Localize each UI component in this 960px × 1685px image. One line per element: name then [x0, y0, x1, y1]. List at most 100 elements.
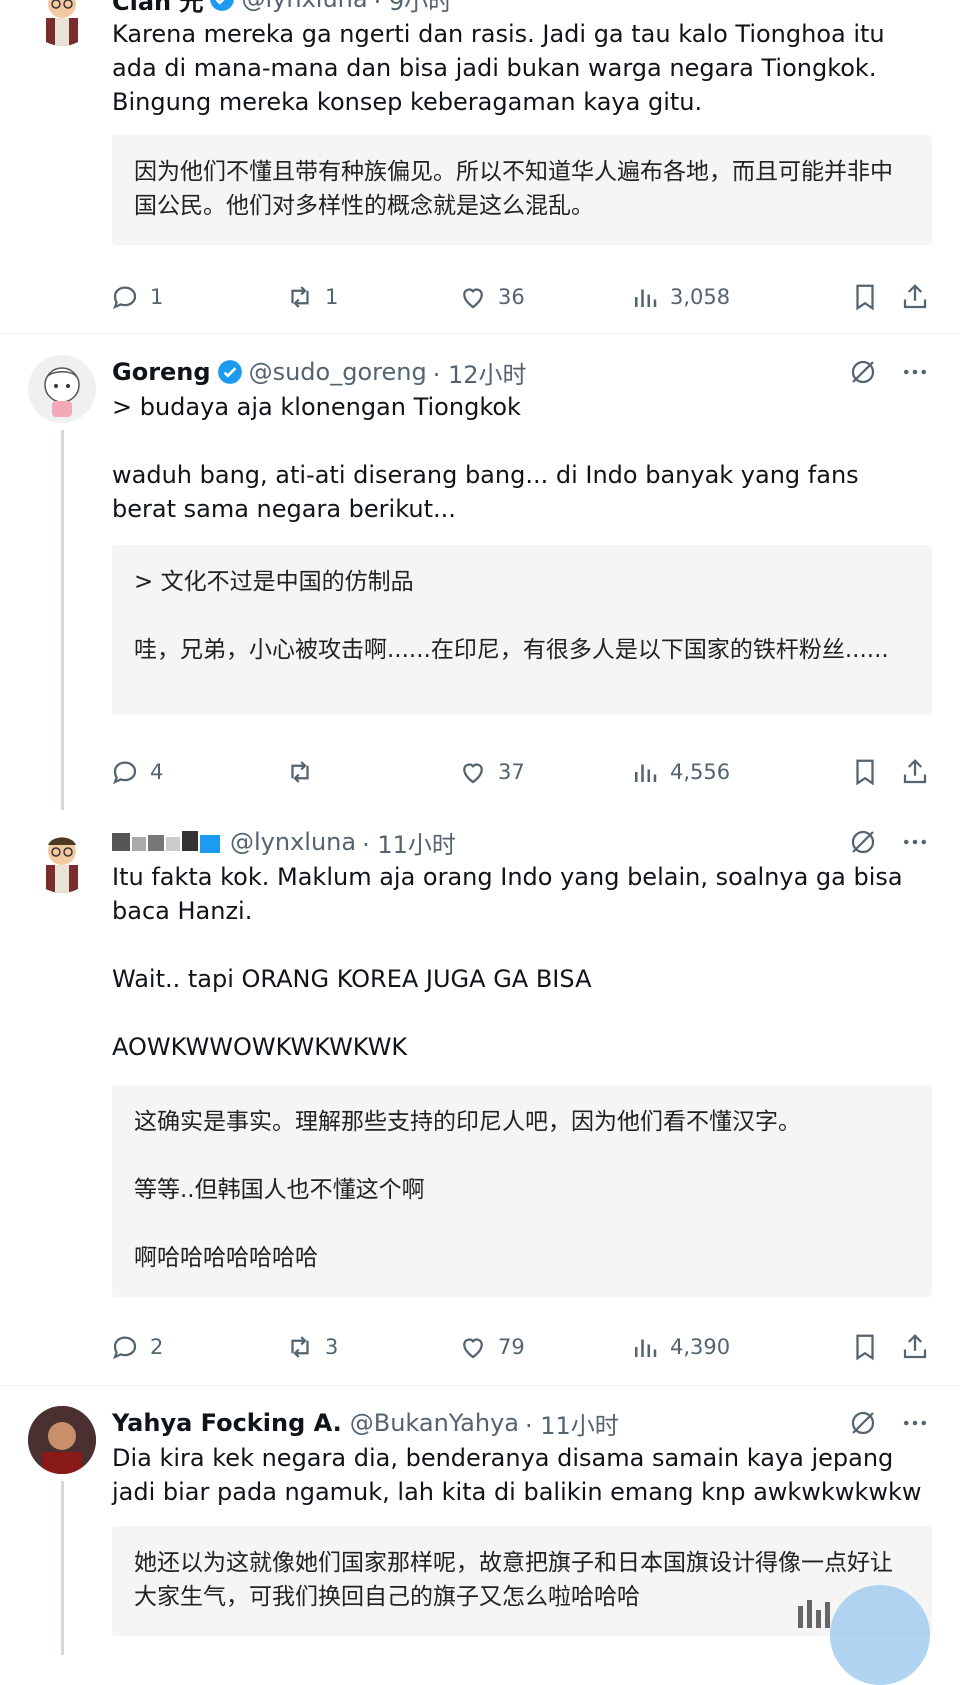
view-count: 4,390: [670, 1335, 731, 1359]
avatar-illustration: [46, 0, 78, 46]
verified-badge-icon: [210, 0, 235, 11]
post-time: · 11小时: [362, 830, 456, 859]
redacted-name: [112, 829, 222, 855]
tweet-1[interactable]: Goreng @sudo_goreng · 12小时 > budaya aja …: [0, 335, 960, 810]
more-icon[interactable]: [900, 357, 930, 387]
retweet-button[interactable]: 3: [285, 1330, 338, 1364]
tweet-text-paragraph: Wait.. tapi ORANG KOREA JUGA GA BISA: [112, 965, 592, 993]
author-handle[interactable]: @BukanYahya: [350, 1409, 519, 1437]
bookmark-button[interactable]: [850, 280, 880, 314]
tweet-text-paragraph: [112, 424, 927, 458]
tweet-text-paragraph: > budaya aja klonengan Tiongkok: [112, 393, 521, 421]
like-button[interactable]: 36: [458, 280, 525, 314]
reply-icon: [113, 761, 137, 785]
translation-paragraph: > 文化不过是中国的仿制品: [134, 569, 414, 595]
tweet-2[interactable]: @lynxluna · 11小时 Itu fakta kok. Maklum a…: [0, 810, 960, 1385]
more-icon[interactable]: [900, 1408, 930, 1438]
avatar-photo: [28, 1406, 96, 1474]
views-button[interactable]: 4,556: [630, 755, 730, 789]
translation-box: 这确实是事实。理解那些支持的印尼人吧，因为他们看不懂汉字。 等等..但韩国人也不…: [112, 1085, 932, 1297]
thread-line: [61, 1481, 64, 1655]
author-handle[interactable]: @lynxluna: [241, 0, 367, 13]
thread-line: [61, 430, 64, 810]
retweet-icon: [291, 1336, 309, 1358]
author-name[interactable]: Goreng: [112, 358, 211, 386]
like-button[interactable]: 79: [458, 1330, 525, 1364]
like-count: 36: [498, 285, 525, 309]
verified-badge-icon: [217, 360, 242, 384]
watermark-bar: [816, 1610, 821, 1628]
views-button[interactable]: 4,390: [630, 1330, 730, 1364]
retweet-icon: [291, 286, 309, 308]
reply-button[interactable]: 4: [110, 755, 163, 789]
avatar[interactable]: [28, 355, 96, 423]
bookmark-button[interactable]: [850, 1330, 880, 1364]
share-button[interactable]: [900, 280, 930, 314]
post-time: · 9小时: [373, 0, 453, 16]
retweet-button[interactable]: 1: [285, 280, 338, 314]
tweet-text-paragraph: Dia kira kek negara dia, benderanya disa…: [112, 1444, 922, 1506]
heart-icon: [463, 763, 483, 784]
watermark-bar: [798, 1606, 803, 1628]
post-time: · 11小时: [525, 1411, 619, 1440]
like-button[interactable]: 37: [458, 755, 525, 789]
avatar-illustration: [46, 837, 78, 893]
watermark-bar: [825, 1602, 830, 1628]
translation-paragraph: 因为他们不懂且带有种族偏见。所以不知道华人遍布各地，而且可能并非中国公民。他们对…: [134, 159, 893, 219]
retweet-button[interactable]: [285, 755, 325, 789]
views-button[interactable]: 3,058: [630, 280, 730, 314]
bookmark-button[interactable]: [850, 755, 880, 789]
author-name[interactable]: Yahya Focking A.: [112, 1409, 342, 1437]
action-bar: 4 37 4,556: [110, 755, 930, 789]
translation-box: 因为他们不懂且带有种族偏见。所以不知道华人遍布各地，而且可能并非中国公民。他们对…: [112, 135, 932, 245]
tweet-text-paragraph: [112, 928, 927, 962]
grok-icon[interactable]: [848, 357, 878, 387]
reply-button[interactable]: 1: [110, 280, 163, 314]
more-icon[interactable]: [900, 827, 930, 857]
author-handle[interactable]: @lynxluna: [230, 828, 356, 856]
post-time: · 12小时: [432, 360, 527, 389]
share-button[interactable]: [900, 755, 930, 789]
tweet-text-paragraph: Karena mereka ga ngerti dan rasis. Jadi …: [112, 20, 885, 116]
share-button[interactable]: [900, 1330, 930, 1364]
tweet-header: Yahya Focking A. @BukanYahya · 11小时: [112, 1406, 619, 1440]
translation-paragraph: 等等..但韩国人也不懂这个啊: [134, 1177, 425, 1203]
author-handle[interactable]: @sudo_goreng: [249, 358, 427, 386]
reply-button[interactable]: 2: [110, 1330, 163, 1364]
views-icon: [635, 289, 657, 307]
translation-paragraph: 啊哈哈哈哈哈哈哈: [134, 1245, 318, 1271]
translation-paragraph: [134, 599, 910, 633]
reply-count: 1: [150, 285, 164, 309]
tweet-text: > budaya aja klonengan Tiongkok waduh ba…: [112, 390, 927, 526]
translation-paragraph: 她还以为这就像她们国家那样呢，故意把旗子和日本国旗设计得像一点好让大家生气，可我…: [134, 1550, 893, 1610]
reply-icon: [113, 286, 137, 310]
avatar[interactable]: [28, 825, 96, 893]
tweet-0[interactable]: Clan 光 @lynxluna · 9小时 Karena mereka ga …: [0, 0, 960, 335]
tweet-header: @lynxluna · 11小时: [112, 825, 456, 859]
view-count: 4,556: [670, 760, 731, 784]
reply-icon: [113, 1336, 137, 1360]
translation-paragraph: [134, 1139, 910, 1173]
view-count: 3,058: [670, 285, 731, 309]
floating-button[interactable]: [830, 1585, 930, 1685]
bookmark-icon: [856, 284, 874, 311]
tweet-text: Dia kira kek negara dia, benderanya disa…: [112, 1441, 927, 1509]
like-count: 79: [498, 1335, 525, 1359]
share-icon: [903, 759, 927, 784]
watermark-bars-icon: [798, 1600, 830, 1628]
redaction-mosaic: [112, 831, 220, 853]
author-name[interactable]: Clan 光: [112, 0, 203, 17]
translation-box: > 文化不过是中国的仿制品 哇，兄弟，小心被攻击啊......在印尼，有很多人是…: [112, 545, 932, 715]
avatar[interactable]: [28, 0, 96, 46]
retweet-icon: [291, 761, 309, 783]
tweet-text: Karena mereka ga ngerti dan rasis. Jadi …: [112, 17, 927, 119]
views-icon: [635, 1339, 657, 1357]
tweet-header: Clan 光 @lynxluna · 9小时: [112, 0, 452, 16]
grok-icon[interactable]: [848, 1408, 878, 1438]
grok-icon[interactable]: [848, 827, 878, 857]
heart-icon: [463, 288, 483, 309]
avatar[interactable]: [28, 1406, 96, 1474]
tweet-text-paragraph: waduh bang, ati-ati diserang bang... di …: [112, 461, 859, 523]
header-actions: [848, 827, 930, 857]
translation-paragraph: 哇，兄弟，小心被攻击啊......在印尼，有很多人是以下国家的铁杆粉丝.....…: [134, 637, 889, 663]
